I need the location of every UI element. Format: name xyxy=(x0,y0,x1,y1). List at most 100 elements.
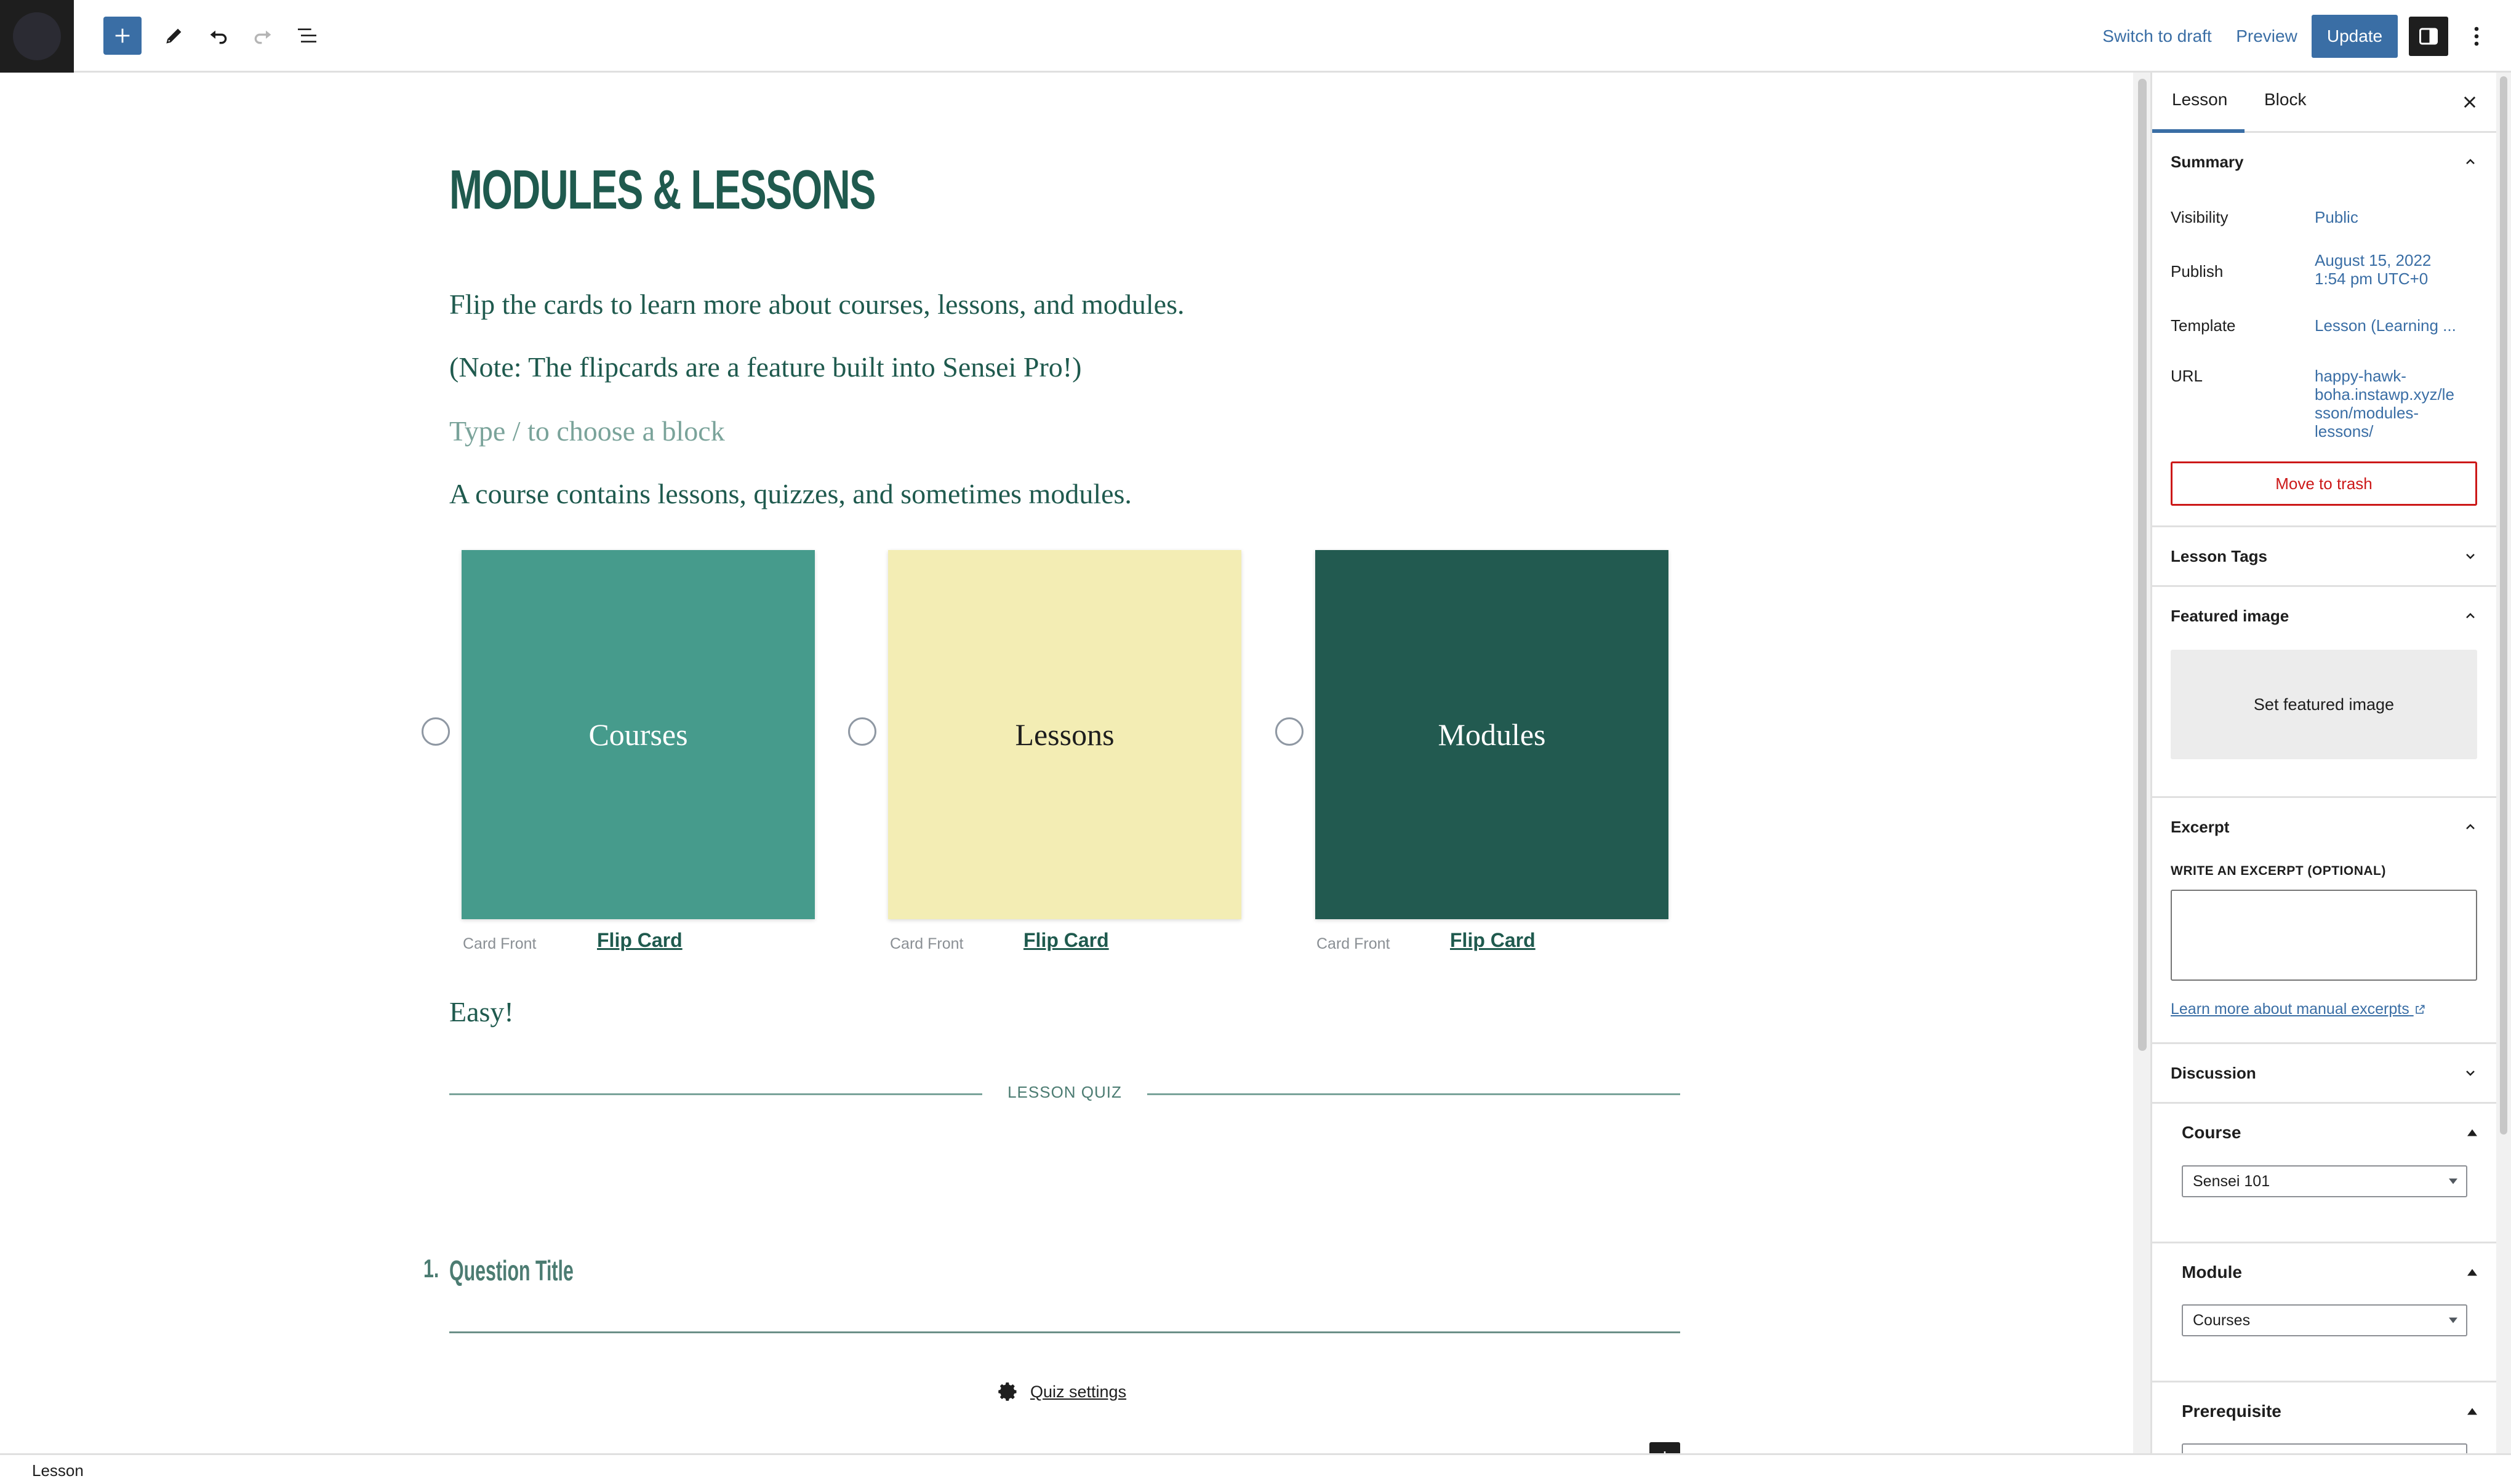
lesson-tags-panel-toggle[interactable]: Lesson Tags xyxy=(2152,527,2496,585)
post-title[interactable]: MODULES & LESSONS xyxy=(449,159,876,222)
block-editor: Switch to draft Preview Update MODULES &… xyxy=(0,0,2511,1484)
editor-canvas: MODULES & LESSONS Flip the cards to lear… xyxy=(0,73,2133,1453)
manual-excerpts-link[interactable]: Learn more about manual excerpts xyxy=(2171,1000,2426,1018)
plus-icon xyxy=(1664,1451,1666,1453)
module-select[interactable]: Courses xyxy=(2182,1304,2467,1336)
tools-button[interactable] xyxy=(155,17,193,55)
card-front-label: Card Front xyxy=(1316,935,1390,952)
editor-header: Switch to draft Preview Update xyxy=(0,0,2511,73)
flip-card-link[interactable]: Flip Card xyxy=(1023,929,1109,952)
visibility-label: Visibility xyxy=(2171,208,2229,226)
chevron-down-icon xyxy=(2460,1063,2481,1083)
plus-icon xyxy=(115,28,130,43)
template-label: Template xyxy=(2171,316,2236,335)
tab-lesson[interactable]: Lesson xyxy=(2172,90,2227,110)
lesson-tags-heading: Lesson Tags xyxy=(2171,546,2268,565)
options-menu-button[interactable] xyxy=(2459,17,2494,56)
url-label: URL xyxy=(2171,367,2203,385)
flip-card-link[interactable]: Flip Card xyxy=(597,929,683,952)
excerpt-textarea[interactable] xyxy=(2171,890,2477,981)
template-value[interactable]: Lesson (Learning ... xyxy=(2315,316,2481,335)
module-metabox-toggle[interactable]: Module xyxy=(2152,1243,2496,1301)
question-number: 1. xyxy=(423,1254,439,1283)
flip-card-label: Lessons xyxy=(1015,717,1115,752)
gear-icon xyxy=(998,1382,1017,1401)
external-link-icon xyxy=(2416,1005,2425,1015)
tab-block[interactable]: Block xyxy=(2264,90,2306,110)
select-caret-icon xyxy=(2449,1178,2457,1184)
add-block-button[interactable] xyxy=(1649,1442,1680,1453)
flip-card-link[interactable]: Flip Card xyxy=(1450,929,1536,952)
flip-card-courses[interactable]: Courses xyxy=(462,550,815,919)
summary-panel-toggle[interactable]: Summary xyxy=(2152,133,2496,191)
scrollbar-thumb[interactable] xyxy=(2138,79,2147,1051)
triangle-up-icon xyxy=(2467,1129,2477,1136)
chevron-up-icon xyxy=(2460,605,2481,626)
flip-card-lessons[interactable]: Lessons xyxy=(888,550,1241,919)
preview-button[interactable]: Preview xyxy=(2229,22,2304,50)
card-side-radio[interactable] xyxy=(848,717,876,746)
quiz-divider-left xyxy=(449,1093,982,1095)
paragraph-block[interactable]: (Note: The flipcards are a feature built… xyxy=(449,351,1081,383)
block-breadcrumb[interactable]: Lesson xyxy=(32,1461,84,1480)
prerequisite-metabox-toggle[interactable]: Prerequisite xyxy=(2152,1382,2496,1440)
quiz-settings-button[interactable]: Quiz settings xyxy=(997,1378,1126,1405)
prerequisite-select[interactable] xyxy=(2182,1443,2467,1453)
empty-block-placeholder[interactable]: Type / to choose a block xyxy=(449,415,725,447)
paragraph-block[interactable]: Flip the cards to learn more about cours… xyxy=(449,288,1184,321)
undo-button[interactable] xyxy=(199,17,238,55)
undo-icon xyxy=(210,30,227,44)
site-icon-button[interactable] xyxy=(0,0,74,73)
block-inserter-button[interactable] xyxy=(103,17,142,55)
paragraph-block[interactable]: A course contains lessons, quizzes, and … xyxy=(449,477,1132,510)
chevron-up-icon xyxy=(2460,816,2481,837)
course-select[interactable]: Sensei 101 xyxy=(2182,1165,2467,1197)
paragraph-block[interactable]: Easy! xyxy=(449,995,514,1028)
lesson-quiz-label: LESSON QUIZ xyxy=(1007,1083,1122,1101)
triangle-up-icon xyxy=(2467,1269,2477,1276)
url-line: lessons/ xyxy=(2315,422,2374,441)
editor-footer: Lesson xyxy=(0,1453,2511,1484)
module-heading: Module xyxy=(2182,1263,2242,1282)
prerequisite-heading: Prerequisite xyxy=(2182,1402,2281,1421)
flip-card-modules[interactable]: Modules xyxy=(1315,550,1668,919)
close-sidebar-button[interactable] xyxy=(2454,86,2486,118)
url-value[interactable]: happy-hawk- boha.instawp.xyz/le sson/mod… xyxy=(2315,367,2481,441)
card-side-radio[interactable] xyxy=(422,717,450,746)
manual-excerpts-link-text: Learn more about manual excerpts xyxy=(2171,1000,2409,1018)
question-title-input[interactable]: Question Title xyxy=(449,1254,574,1287)
module-selected-value: Courses xyxy=(2193,1311,2251,1329)
settings-toggle-button[interactable] xyxy=(2409,17,2448,56)
excerpt-panel-toggle[interactable]: Excerpt xyxy=(2152,798,2496,856)
switch-to-draft-button[interactable]: Switch to draft xyxy=(2092,22,2222,50)
triangle-up-icon xyxy=(2467,1408,2477,1415)
discussion-panel-toggle[interactable]: Discussion xyxy=(2152,1044,2496,1102)
redo-button[interactable] xyxy=(244,17,282,55)
pencil-icon xyxy=(166,28,182,44)
course-metabox-toggle[interactable]: Course xyxy=(2152,1104,2496,1162)
excerpt-heading: Excerpt xyxy=(2171,817,2230,836)
settings-sidebar: Lesson Block Summary Visibility Public P… xyxy=(2150,73,2496,1453)
scrollbar-thumb[interactable] xyxy=(2500,76,2507,1135)
card-front-label: Card Front xyxy=(890,935,964,952)
featured-image-panel-toggle[interactable]: Featured image xyxy=(2152,587,2496,645)
close-icon xyxy=(2464,96,2476,108)
featured-image-heading: Featured image xyxy=(2171,606,2289,625)
flip-card-label: Courses xyxy=(588,717,688,752)
chevron-up-icon xyxy=(2460,151,2481,172)
publish-date-value[interactable]: August 15, 2022 1:54 pm UTC+0 xyxy=(2315,251,2481,288)
publish-label: Publish xyxy=(2171,262,2224,281)
set-featured-image-button[interactable]: Set featured image xyxy=(2171,650,2477,759)
update-button[interactable]: Update xyxy=(2312,15,2398,58)
sidebar-scrollbar[interactable] xyxy=(2496,73,2511,1453)
publish-date: August 15, 2022 xyxy=(2315,251,2432,269)
move-to-trash-button[interactable]: Move to trash xyxy=(2171,461,2477,506)
card-side-radio[interactable] xyxy=(1275,717,1304,746)
visibility-value[interactable]: Public xyxy=(2315,208,2481,226)
chevron-down-icon xyxy=(2460,546,2481,567)
url-line: sson/modules- xyxy=(2315,404,2419,422)
canvas-scrollbar[interactable] xyxy=(2133,73,2150,1453)
list-view-button[interactable] xyxy=(288,17,326,55)
card-front-label: Card Front xyxy=(463,935,537,952)
sidebar-panel-icon xyxy=(2419,28,2438,45)
